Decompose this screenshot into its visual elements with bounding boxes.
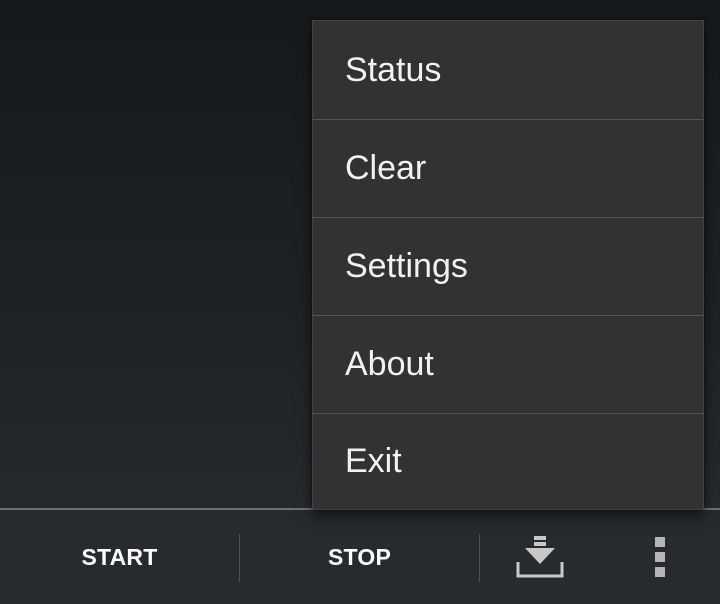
stop-button[interactable]: STOP [240,510,479,604]
download-icon [516,536,564,578]
menu-item-exit[interactable]: Exit [313,413,703,509]
overflow-menu-button[interactable] [600,510,720,604]
menu-item-status[interactable]: Status [313,21,703,119]
menu-item-about[interactable]: About [313,315,703,413]
download-button[interactable] [480,510,600,604]
overflow-menu-icon [655,537,665,577]
start-button[interactable]: START [0,510,239,604]
overflow-popup-menu: Status Clear Settings About Exit [312,20,704,510]
app-screen: START STOP Status Clear Settings About E… [0,0,720,604]
menu-item-settings[interactable]: Settings [313,217,703,315]
bottom-action-bar: START STOP [0,508,720,604]
menu-item-clear[interactable]: Clear [313,119,703,217]
